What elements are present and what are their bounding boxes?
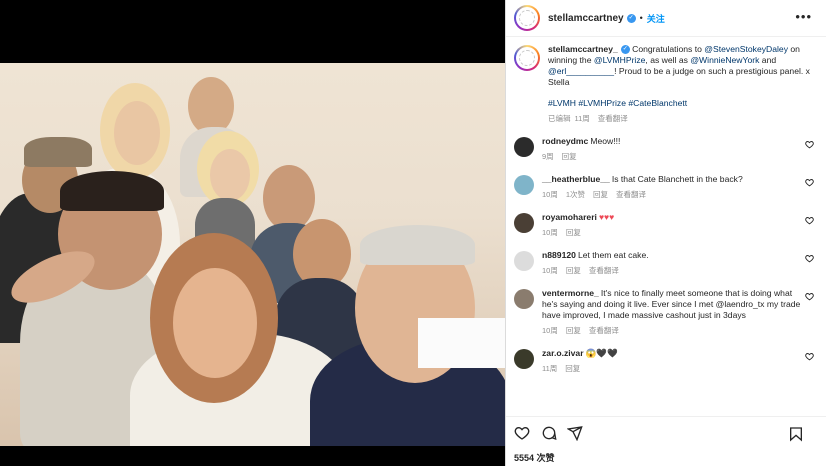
caption-time: 11周 [574, 114, 590, 123]
bookmark-icon[interactable] [788, 426, 806, 444]
comment-body: zar.o.zivar 😱🖤🖤 11周 回复 [542, 348, 804, 374]
comment-body: rodneydmc Meow!!! 9周 回复 [542, 136, 804, 162]
comment-reply[interactable]: 回复 [562, 152, 577, 161]
comment-row: ventermorne_ It's nice to finally meet so… [514, 288, 818, 336]
post-sidebar: stellamccartney ✓ • 关注 ••• stellamccartn… [505, 0, 826, 466]
comment-text: Is that Cate Blanchett in the back? [611, 174, 743, 184]
heart-icon[interactable] [805, 254, 814, 263]
verified-icon: ✓ [626, 13, 636, 23]
heart-icon[interactable] [514, 425, 532, 443]
comment-reply[interactable]: 回复 [565, 364, 580, 373]
caption-avatar[interactable] [514, 45, 540, 71]
caption-segment: and [759, 55, 777, 65]
comment-items: rodneydmc Meow!!! 9周 回复 __heatherblue__ Is th… [514, 136, 818, 374]
comment-avatar[interactable] [514, 251, 534, 271]
comment-username[interactable]: zar.o.zivar [542, 348, 584, 358]
caption-meta: 已编辑 11周 查看翻译 [548, 113, 810, 124]
comment-time: 9周 [542, 152, 554, 161]
heart-icon[interactable] [805, 216, 814, 225]
comment-avatar[interactable] [514, 175, 534, 195]
comment-avatar[interactable] [514, 137, 534, 157]
comment-meta: 9周 回复 [542, 151, 804, 162]
likes-count[interactable]: 5554 次赞 [514, 451, 818, 464]
heart-icon[interactable] [805, 140, 814, 149]
comments-list[interactable]: stellamccartney_ ✓ Congratulations to @St… [506, 38, 826, 416]
comment-username[interactable]: rodneydmc [542, 136, 588, 146]
translate-link[interactable]: 查看翻译 [598, 114, 628, 123]
avatar[interactable] [514, 5, 540, 31]
post-caption: stellamccartney_ ✓ Congratulations to @St… [514, 44, 818, 124]
heart-icon[interactable] [805, 178, 814, 187]
caption-segment: , as well as [645, 55, 691, 65]
comment-meta: 10周 回复 查看翻译 [542, 325, 804, 336]
post-photo[interactable] [0, 63, 505, 446]
comment-icon[interactable] [541, 425, 559, 443]
separator-dot: • [639, 13, 643, 23]
mention-link[interactable]: @WinnieNewYork [690, 55, 759, 65]
post-header: stellamccartney ✓ • 关注 ••• [506, 0, 826, 37]
heart-icon[interactable] [805, 292, 814, 301]
comment-avatar[interactable] [514, 213, 534, 233]
comment-username[interactable]: n889120 [542, 250, 576, 260]
comment-body: n889120 Let them eat cake. 10周 回复 查看翻译 [542, 250, 804, 276]
comment-reply[interactable]: 回复 [593, 190, 608, 199]
share-icon[interactable] [566, 425, 585, 443]
comment-username[interactable]: ventermorne_ [542, 288, 599, 298]
comment-body: royamohareri ♥♥♥ 10周 回复 [542, 212, 804, 238]
comment-text: Let them eat cake. [577, 250, 649, 260]
post-author-username[interactable]: stellamccartney [548, 13, 624, 24]
comment-likes[interactable]: 1次赞 [566, 190, 585, 199]
comment-body: __heatherblue__ Is that Cate Blanchett in… [542, 174, 804, 200]
comment-row: rodneydmc Meow!!! 9周 回复 [514, 136, 818, 162]
comment-time: 10周 [542, 326, 558, 335]
caption-hashtags[interactable]: #LVMH #LVMHPrize #CateBlanchett [548, 98, 810, 109]
comment-row: zar.o.zivar 😱🖤🖤 11周 回复 [514, 348, 818, 374]
comment-row: n889120 Let them eat cake. 10周 回复 查看翻译 [514, 250, 818, 276]
comment-text: Meow!!! [590, 136, 621, 146]
comment-translate[interactable]: 查看翻译 [589, 326, 619, 335]
caption-segment: Congratulations to [629, 44, 705, 54]
comment-username[interactable]: __heatherblue__ [542, 174, 610, 184]
comment-meta: 11周 回复 [542, 363, 804, 374]
comment-avatar[interactable] [514, 349, 534, 369]
comment-translate[interactable]: 查看翻译 [589, 266, 619, 275]
comment-avatar[interactable] [514, 289, 534, 309]
comment-meta: 10周 回复 查看翻译 [542, 265, 804, 276]
caption-text: stellamccartney_ ✓ Congratulations to @St… [548, 44, 810, 124]
comment-meta: 10周 1次赞 回复 查看翻译 [542, 189, 804, 200]
comment-time: 11周 [542, 364, 558, 373]
comment-username[interactable]: royamohareri [542, 212, 597, 222]
follow-button[interactable]: 关注 [647, 12, 665, 25]
mention-link[interactable]: @LVMHPrize [594, 55, 646, 65]
comment-reply[interactable]: 回复 [566, 228, 581, 237]
mention-link[interactable]: @StevenStokeyDaley [704, 44, 788, 54]
more-icon[interactable]: ••• [795, 9, 812, 24]
comment-row: royamohareri ♥♥♥ 10周 回复 [514, 212, 818, 238]
comment-time: 10周 [542, 266, 558, 275]
comment-body: ventermorne_ It's nice to finally meet so… [542, 288, 804, 336]
mention-link[interactable]: @erl__________ [548, 66, 614, 76]
comment-row: __heatherblue__ Is that Cate Blanchett in… [514, 174, 818, 200]
comment-reply[interactable]: 回复 [566, 326, 581, 335]
post-media-panel [0, 0, 505, 466]
edited-label: 已编辑 [548, 114, 571, 123]
comment-meta: 10周 回复 [542, 227, 804, 238]
caption-username[interactable]: stellamccartney_ [548, 44, 618, 54]
comment-time: 10周 [542, 190, 558, 199]
verified-icon: ✓ [620, 45, 630, 55]
comment-reply[interactable]: 回复 [566, 266, 581, 275]
comment-text: 😱🖤🖤 [585, 348, 618, 358]
heart-icon[interactable] [805, 352, 814, 361]
post-actions: 5554 次赞 [506, 416, 826, 466]
comment-text: ♥♥♥ [598, 212, 615, 222]
comment-translate[interactable]: 查看翻译 [616, 190, 646, 199]
instagram-post-view: stellamccartney ✓ • 关注 ••• stellamccartn… [0, 0, 826, 466]
comment-time: 10周 [542, 228, 558, 237]
